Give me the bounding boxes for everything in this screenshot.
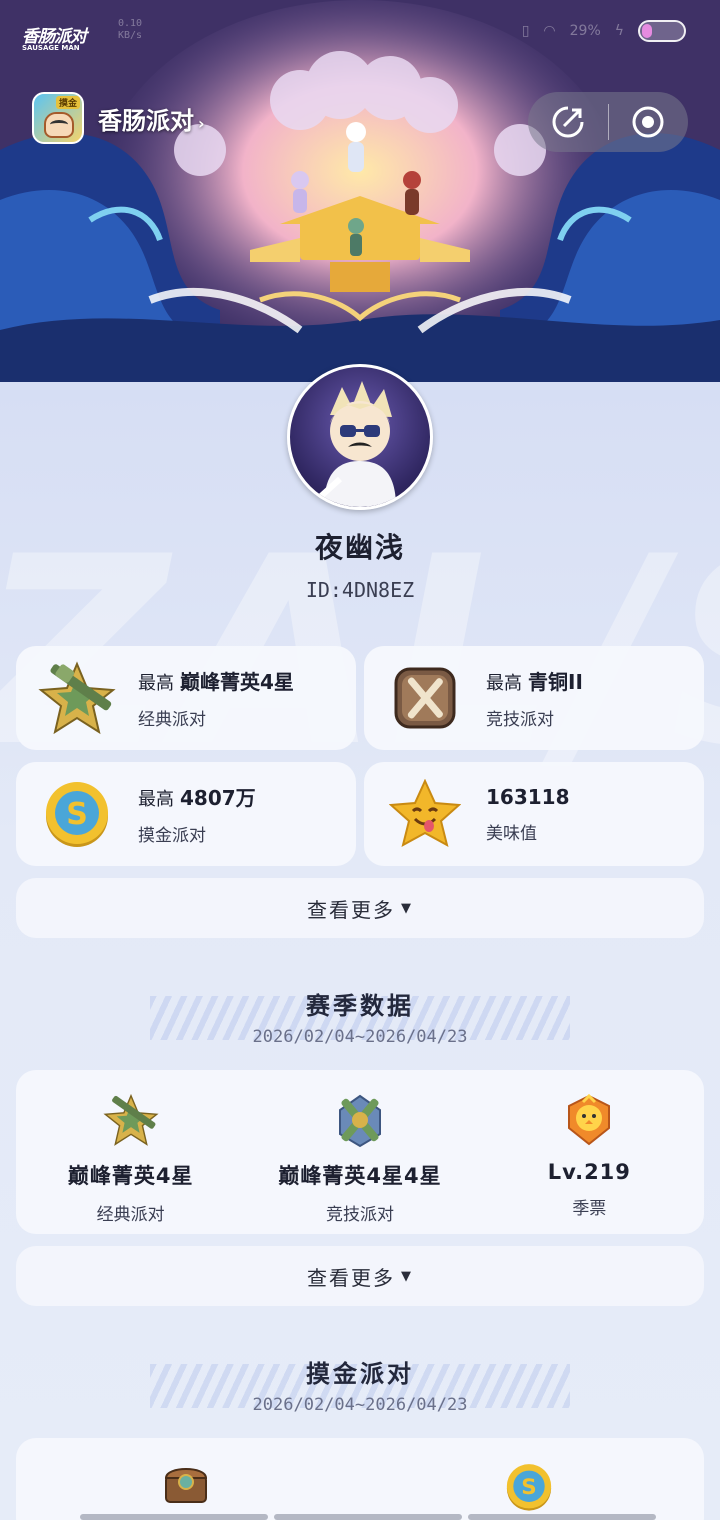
share-icon — [552, 106, 584, 138]
share-button[interactable] — [528, 92, 608, 152]
stat-prefix: 最高 — [138, 673, 174, 694]
banner: 香肠派对 SAUSAGE MAN 0.10 KB/s ▯ ◠ 29% ϟ 摸金 … — [0, 0, 720, 382]
view-more-button[interactable]: 查看更多 ▼ — [16, 878, 704, 938]
stat-line: 最高 4807万 — [138, 782, 256, 811]
status-bar: 香肠派对 SAUSAGE MAN 0.10 KB/s ▯ ◠ 29% ϟ — [0, 0, 720, 64]
view-more-label: 查看更多 — [307, 1265, 395, 1290]
avatar-character — [317, 381, 396, 507]
stat-icon-wrap — [364, 762, 486, 866]
chevron-right-icon: › — [198, 113, 205, 133]
stat-value: 青铜II — [528, 670, 583, 694]
app-name[interactable]: 香肠派对 › — [98, 101, 205, 136]
season-icon-wrap — [101, 1090, 161, 1150]
wifi-icon: ◠ — [543, 23, 556, 39]
stat-card-taste[interactable]: 163118 美味值 — [364, 762, 704, 866]
season-label: 竞技派对 — [325, 1205, 394, 1225]
caret-down-icon: ▼ — [401, 900, 413, 916]
rifle-star-icon — [103, 1093, 159, 1146]
rifle-star-icon — [38, 661, 116, 735]
season-item-competitive[interactable]: 巅峰菁英4星4星 竞技派对 — [245, 1070, 474, 1234]
app-icon-tag: 摸金 — [55, 96, 80, 109]
sausage-face-icon — [44, 112, 74, 138]
stat-line: 163118 — [486, 785, 570, 809]
stat-text: 最高 巅峰菁英4星 经典派对 — [138, 666, 294, 730]
status-right: ▯ ◠ 29% ϟ — [522, 20, 686, 42]
app-icon: 摸金 — [32, 92, 84, 144]
gold-party-card: S — [16, 1438, 704, 1520]
app-title-row[interactable]: 摸金 香肠派对 › — [32, 92, 205, 144]
season-value: Lv.219 — [547, 1160, 631, 1184]
gold-coin-icon: S — [46, 782, 108, 847]
speed-unit: KB/s — [118, 30, 143, 41]
bronze-shield-icon — [394, 667, 456, 729]
crossed-rifles-icon — [338, 1094, 381, 1148]
stat-text: 最高 4807万 摸金派对 — [138, 782, 256, 846]
stat-card-competitive[interactable]: 最高 青铜II 竞技派对 — [364, 646, 704, 750]
mini-program-capsule — [528, 92, 688, 152]
stat-prefix: 最高 — [486, 673, 522, 694]
status-logo: 香肠派对 SAUSAGE MAN — [22, 22, 87, 52]
speed-value: 0.10 — [118, 18, 143, 29]
stat-label: 美味值 — [486, 823, 537, 844]
app-name-text: 香肠派对 — [98, 106, 194, 135]
gold-section-header: 摸金派对 2026/02/04~2026/04/23 — [0, 1354, 720, 1415]
stat-value: 163118 — [486, 784, 570, 809]
stat-text: 163118 美味值 — [486, 785, 570, 844]
charging-icon: ϟ — [614, 23, 624, 39]
season-label: 季票 — [572, 1199, 607, 1219]
stat-prefix: 最高 — [138, 789, 174, 810]
season-view-more-button[interactable]: 查看更多 ▼ — [16, 1246, 704, 1306]
stat-text: 最高 青铜II 竞技派对 — [486, 666, 583, 730]
stat-card-gold[interactable]: S 最高 4807万 摸金派对 — [16, 762, 356, 866]
season-label: 经典派对 — [96, 1205, 165, 1225]
gold-title: 摸金派对 — [306, 1360, 414, 1388]
player-id[interactable]: ID:4DN8EZ — [0, 578, 720, 602]
chick-badge-icon — [568, 1093, 611, 1146]
season-item-classic[interactable]: 巅峰菁英4星 经典派对 — [16, 1070, 245, 1234]
battery-icon — [638, 20, 686, 42]
progress-segment — [274, 1514, 462, 1520]
svg-text:S: S — [66, 797, 88, 832]
stat-icon-wrap: S — [16, 762, 138, 866]
stat-icon-wrap — [364, 646, 486, 750]
season-value: 巅峰菁英4星4星 — [278, 1164, 442, 1188]
stat-value: 巅峰菁英4星 — [180, 670, 294, 694]
stat-line: 最高 青铜II — [486, 666, 583, 695]
close-button[interactable] — [609, 92, 689, 152]
caret-down-icon: ▼ — [401, 1268, 413, 1284]
season-section-header: 赛季数据 2026/02/04~2026/04/23 — [0, 986, 720, 1047]
season-icon-wrap — [559, 1090, 619, 1150]
avatar[interactable] — [287, 364, 433, 510]
gold-coin-icon: S — [506, 1464, 552, 1511]
season-icon-wrap — [330, 1090, 390, 1150]
stat-icon-wrap — [16, 646, 138, 750]
gold-icon-chest-wrap — [162, 1462, 210, 1510]
view-more-label: 查看更多 — [307, 897, 395, 922]
stat-value: 4807万 — [180, 786, 256, 810]
stat-label: 经典派对 — [138, 710, 206, 730]
vibrate-icon: ▯ — [521, 23, 530, 39]
season-card: 巅峰菁英4星 经典派对 巅峰菁英4星4星 竞技派对 Lv.219 季票 — [16, 1070, 704, 1234]
progress-segment — [468, 1514, 656, 1520]
nickname: 夜幽浅 — [314, 531, 405, 564]
season-date-range: 2026/02/04~2026/04/23 — [252, 1027, 468, 1047]
network-speed: 0.10 KB/s — [118, 18, 142, 42]
gold-icon-coin-wrap: S — [504, 1462, 554, 1516]
gold-date-range: 2026/02/04~2026/04/23 — [252, 1395, 468, 1415]
stat-card-classic[interactable]: 最高 巅峰菁英4星 经典派对 — [16, 646, 356, 750]
gold-progress-bars — [80, 1514, 656, 1520]
season-title: 赛季数据 — [306, 992, 414, 1020]
stat-label: 摸金派对 — [138, 826, 206, 846]
stat-label: 竞技派对 — [486, 710, 554, 730]
progress-segment — [80, 1514, 268, 1520]
season-value: 巅峰菁英4星 — [67, 1164, 194, 1188]
season-item-pass[interactable]: Lv.219 季票 — [475, 1070, 704, 1234]
tongue-star-icon — [389, 779, 461, 847]
record-icon — [632, 106, 664, 138]
svg-text:S: S — [521, 1475, 536, 1500]
treasure-chest-icon — [164, 1468, 208, 1503]
stat-line: 最高 巅峰菁英4星 — [138, 666, 294, 695]
battery-percent: 29% — [569, 23, 601, 39]
status-logo-sub: SAUSAGE MAN — [22, 44, 80, 52]
